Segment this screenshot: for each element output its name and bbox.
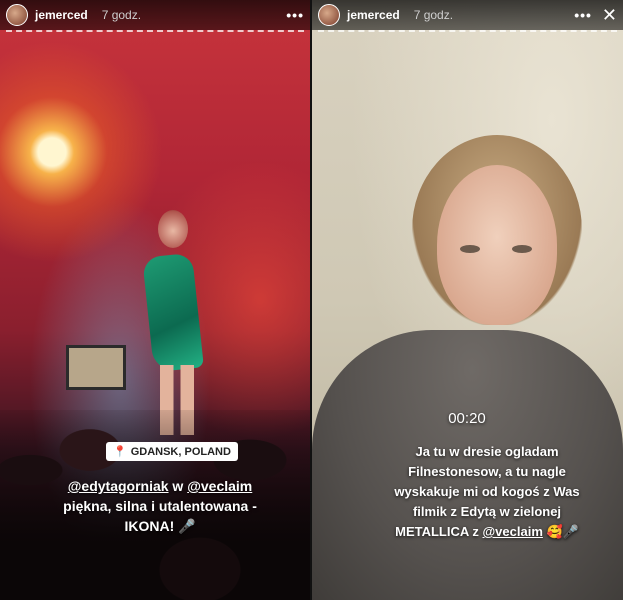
username[interactable]: jemerced [35, 8, 88, 22]
avatar[interactable] [6, 4, 28, 26]
story-caption: Ja tu w dresie ogladam Filnestonesow, a … [367, 442, 607, 542]
story-left[interactable]: jemerced 7 godz. ••• 📍 GDANSK, POLAND @e… [0, 0, 310, 600]
story-caption: @edytagorniak w @veclaim piękna, silna i… [40, 476, 280, 536]
story-header: jemerced 7 godz. ••• ✕ [312, 0, 623, 30]
post-time: 7 godz. [101, 8, 142, 22]
amplifier [66, 345, 126, 390]
location-sticker[interactable]: 📍 GDANSK, POLAND [106, 442, 238, 461]
more-options-icon[interactable]: ••• [574, 8, 592, 22]
username[interactable]: jemerced [347, 8, 400, 22]
left-eye [460, 245, 480, 253]
mention-veclaim[interactable]: @veclaim [187, 478, 252, 494]
singer-head [158, 210, 188, 248]
story-header: jemerced 7 godz. ••• [0, 0, 310, 30]
caption-line: filmik z Edytą w zielonej [412, 504, 562, 519]
location-pin-icon: 📍 [113, 446, 127, 458]
right-eye [512, 245, 532, 253]
mention-veclaim[interactable]: @veclaim [483, 524, 543, 539]
post-time: 7 godz. [413, 8, 454, 22]
caption-line: Ja tu w dresie ogladam [415, 444, 559, 459]
avatar[interactable] [318, 4, 340, 26]
caption-line: IKONA! 🎤 [124, 518, 196, 534]
mention-edytagorniak[interactable]: @edytagorniak [68, 478, 169, 494]
more-options-icon[interactable]: ••• [286, 8, 304, 22]
caption-line: wyskakuje mi od kogoś z Was [394, 484, 580, 499]
location-label: GDANSK, POLAND [130, 445, 231, 458]
story-right[interactable]: jemerced 7 godz. ••• ✕ 00:20 Ja tu w dre… [312, 0, 623, 600]
story-progress-bar [6, 30, 304, 32]
close-icon[interactable]: ✕ [602, 6, 617, 24]
story-progress-bar [318, 30, 617, 32]
caption-line: piękna, silna i utalentowana - [63, 498, 257, 514]
timer-sticker: 00:20 [448, 410, 486, 427]
caption-line: Filnestonesow, a tu nagle [408, 464, 566, 479]
face [437, 165, 557, 325]
